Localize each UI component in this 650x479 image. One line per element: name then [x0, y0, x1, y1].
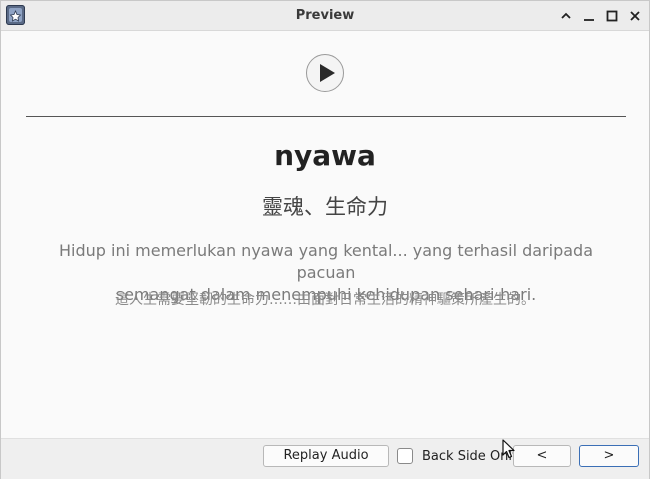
replay-audio-button[interactable]: Replay Audio [263, 445, 389, 467]
divider [26, 116, 626, 117]
example-translation: 這人生需要堅韌的生命力……由面對日常生活的精神驅策所產生的。 [115, 292, 535, 308]
title-bar[interactable]: Preview [1, 1, 649, 31]
play-icon [320, 64, 335, 82]
window-title: Preview [295, 8, 355, 23]
play-audio-button[interactable] [306, 54, 344, 92]
card-word: nyawa [274, 139, 376, 172]
back-side-only-checkbox[interactable] [397, 448, 413, 464]
prev-button[interactable]: < [513, 445, 571, 467]
example-line: Hidup ini memerlukan nyawa yang kental..… [59, 241, 593, 282]
minimize-icon[interactable] [581, 8, 597, 24]
card-meaning: 靈魂、生命力 [262, 195, 388, 219]
next-button[interactable]: > [579, 445, 639, 467]
maximize-icon[interactable] [604, 8, 620, 24]
chevron-up-icon[interactable] [558, 8, 574, 24]
mouse-cursor-icon [502, 439, 516, 463]
preview-window: Preview nyawa 靈魂、生命力 Hidup ini memerluka… [0, 0, 650, 479]
close-icon[interactable] [627, 8, 643, 24]
